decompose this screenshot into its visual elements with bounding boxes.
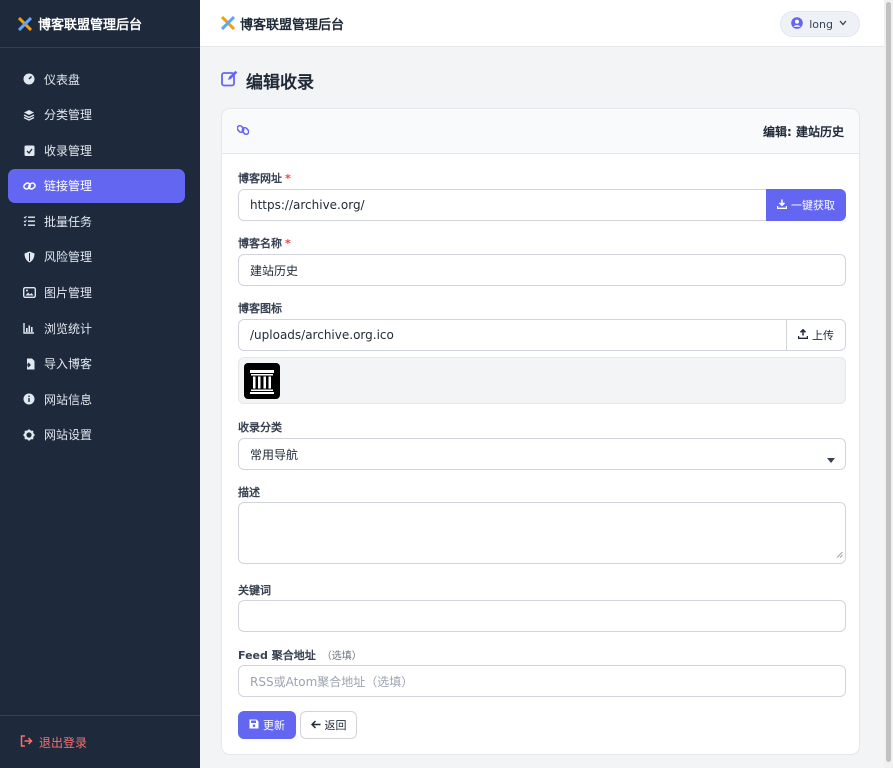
archive-favicon-icon (244, 363, 280, 399)
sidebar-item-label: 网站设置 (44, 428, 93, 443)
logout-label: 退出登录 (39, 735, 88, 750)
category-select[interactable]: 常用导航 (238, 438, 846, 470)
category-select-value: 常用导航 (250, 447, 299, 462)
gauge-icon (22, 73, 36, 85)
sidebar-item-label: 分类管理 (44, 108, 93, 123)
sidebar-item-label: 仪表盘 (44, 72, 81, 87)
icon-label: 博客图标 (238, 302, 282, 315)
file-import-icon (22, 358, 36, 370)
upload-icon (797, 328, 809, 342)
url-input[interactable]: https://archive.org/ (238, 189, 768, 221)
description-textarea[interactable] (238, 502, 846, 564)
sidebar-item-submissions[interactable]: 收录管理 (8, 133, 185, 167)
feed-optional-hint: （选填） (321, 651, 362, 662)
sidebar-item-stats[interactable]: 浏览统计 (8, 311, 185, 345)
layers-icon (22, 109, 36, 121)
user-menu-button[interactable]: long (780, 11, 860, 37)
url-label-text: 博客网址 (238, 172, 282, 185)
chart-icon (22, 322, 36, 334)
keywords-input[interactable] (238, 600, 846, 632)
upload-button[interactable]: 上传 (786, 319, 846, 351)
sidebar-item-label: 风险管理 (44, 250, 93, 265)
sidebar-item-risk[interactable]: 风险管理 (8, 240, 185, 274)
upload-button-label: 上传 (812, 329, 834, 342)
sidebar-item-label: 批量任务 (44, 214, 93, 229)
page-title-text: 编辑收录 (246, 73, 314, 93)
user-name: long (809, 17, 833, 31)
sidebar-item-batch-tasks[interactable]: 批量任务 (8, 204, 185, 238)
save-icon (249, 719, 259, 732)
url-label: 博客网址 * (238, 170, 291, 186)
topbar-title: 博客联盟管理后台 (240, 17, 345, 33)
link-icon (22, 180, 36, 192)
scrollbar[interactable] (884, 0, 893, 768)
user-circle-icon (791, 16, 804, 32)
description-label: 描述 (238, 486, 260, 499)
required-mark: * (285, 237, 291, 250)
name-label: 博客名称 * (238, 235, 291, 251)
download-icon (776, 199, 788, 212)
info-icon (22, 393, 36, 405)
feed-input[interactable]: RSS或Atom聚合地址（选填） (238, 665, 846, 697)
sidebar-item-dashboard[interactable]: 仪表盘 (8, 62, 185, 96)
category-label: 收录分类 (238, 421, 282, 434)
edit-icon (221, 70, 238, 92)
sidebar-item-label: 浏览统计 (44, 321, 93, 336)
logout-icon (20, 734, 33, 750)
page-title: 编辑收录 (221, 68, 314, 93)
sidebar-item-categories[interactable]: 分类管理 (8, 98, 185, 132)
keywords-label: 关键词 (238, 584, 271, 597)
sidebar-item-site-info[interactable]: 网站信息 (8, 382, 185, 416)
card-header: 编辑: 建站历史 (222, 109, 859, 154)
feed-label: Feed 聚合地址 （选填） (238, 647, 362, 663)
back-button[interactable]: 返回 (300, 711, 357, 739)
topbar: 博客联盟管理后台 long (200, 0, 884, 47)
clipboard-check-icon (22, 144, 36, 157)
required-mark: * (285, 172, 291, 185)
list-check-icon (22, 215, 36, 227)
resize-handle-icon[interactable] (836, 547, 843, 561)
back-button-label: 返回 (324, 719, 347, 732)
edit-card: 编辑: 建站历史 博客网址 * https://archive.org/ 一键获取… (221, 108, 860, 755)
logout-button[interactable]: 退出登录 (0, 715, 200, 768)
feed-label-text: Feed 聚合地址 (238, 649, 316, 662)
sidebar-item-settings[interactable]: 网站设置 (8, 418, 185, 452)
fetch-button[interactable]: 一键获取 (766, 189, 846, 221)
sidebar-item-label: 导入博客 (44, 357, 93, 372)
sidebar-item-label: 链接管理 (44, 179, 93, 194)
fetch-button-label: 一键获取 (791, 199, 835, 212)
sidebar-item-images[interactable]: 图片管理 (8, 276, 185, 310)
chevron-down-icon (839, 19, 847, 29)
sidebar-item-label: 网站信息 (44, 392, 93, 407)
logo-icon (221, 16, 235, 30)
logo-icon (18, 16, 32, 31)
sidebar-item-import[interactable]: 导入博客 (8, 347, 185, 381)
arrow-left-icon (310, 719, 321, 732)
card-header-title: 编辑: 建站历史 (763, 124, 844, 139)
link-chain-icon (236, 124, 250, 139)
sidebar: 博客联盟管理后台 仪表盘 分类管理 收录管理 链接管理 批量任务 风险管理 图片… (0, 0, 200, 768)
images-icon (22, 287, 36, 299)
icon-preview (238, 357, 846, 404)
shield-icon (22, 251, 36, 263)
name-label-text: 博客名称 (238, 237, 282, 250)
sidebar-item-label: 图片管理 (44, 286, 93, 301)
sidebar-item-label: 收录管理 (44, 143, 93, 158)
sidebar-nav: 仪表盘 分类管理 收录管理 链接管理 批量任务 风险管理 图片管理 浏览统计 导… (0, 48, 200, 452)
sidebar-brand[interactable]: 博客联盟管理后台 (0, 0, 200, 48)
update-button-label: 更新 (263, 719, 285, 732)
caret-down-icon (827, 452, 835, 466)
icon-path-input[interactable]: /uploads/archive.org.ico (238, 319, 788, 351)
sidebar-item-links[interactable]: 链接管理 (8, 168, 185, 203)
sidebar-brand-title: 博客联盟管理后台 (38, 18, 143, 33)
scrollbar-thumb[interactable] (886, 2, 891, 762)
update-button[interactable]: 更新 (238, 711, 296, 739)
name-input[interactable]: 建站历史 (238, 254, 846, 286)
gear-icon (22, 429, 36, 441)
